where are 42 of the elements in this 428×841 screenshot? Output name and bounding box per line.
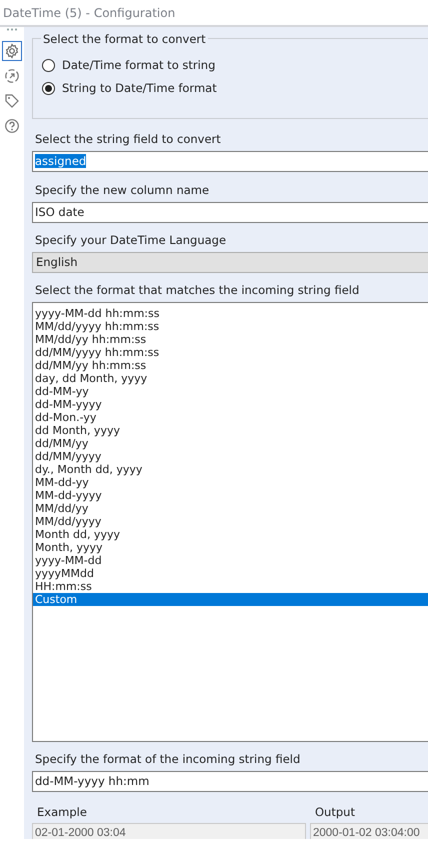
format-field[interactable]: dd-MM-yyyy hh:mm bbox=[32, 771, 428, 792]
field-label: Specify your DateTime Language bbox=[34, 233, 228, 247]
example-field: 02-01-2000 03:04 bbox=[32, 823, 306, 839]
output-label: Output bbox=[314, 805, 356, 819]
format-list-item[interactable]: dd-MM-yyyy bbox=[33, 398, 428, 411]
format-list-item[interactable]: HH:mm:ss bbox=[33, 580, 428, 593]
format-list-item[interactable]: dd Month, yyyy bbox=[33, 424, 428, 437]
radio-option[interactable]: String to Date/Time format bbox=[42, 77, 428, 100]
string-field-dropdown[interactable]: assigned bbox=[32, 151, 428, 172]
column-name-field[interactable]: ISO date bbox=[32, 202, 428, 223]
field-label: Select the format that matches the incoming string field bbox=[34, 283, 360, 297]
format-list-item[interactable]: Month dd, yyyy bbox=[33, 528, 428, 541]
format-list-item[interactable]: Month, yyyy bbox=[33, 541, 428, 554]
format-list-item[interactable]: dd-Mon.-yy bbox=[33, 411, 428, 424]
format-list-item[interactable]: MM/dd/yy hh:mm:ss bbox=[33, 333, 428, 346]
format-list-item[interactable]: yyyyMMdd bbox=[33, 567, 428, 580]
gear-icon[interactable] bbox=[2, 41, 22, 61]
format-list-item[interactable]: MM-dd-yyyy bbox=[33, 489, 428, 502]
format-list-item[interactable]: MM/dd/yyyy bbox=[33, 515, 428, 528]
format-list-item[interactable]: dd/MM/yy bbox=[33, 437, 428, 450]
format-list-item[interactable]: dd/MM/yy hh:mm:ss bbox=[33, 359, 428, 372]
help-icon[interactable] bbox=[2, 116, 22, 136]
example-label: Example bbox=[36, 805, 88, 819]
format-list-item[interactable]: Custom bbox=[33, 593, 428, 606]
arrow-circle-icon[interactable] bbox=[2, 66, 22, 86]
format-list-item[interactable]: yyyy-MM-dd bbox=[33, 554, 428, 567]
field-label: Specify the format of the incoming string field bbox=[34, 752, 302, 766]
language-dropdown[interactable]: English bbox=[32, 252, 428, 273]
format-list-item[interactable]: dd-MM-yy bbox=[33, 385, 428, 398]
field-label: Specify the new column name bbox=[34, 183, 210, 197]
format-list-item[interactable]: MM/dd/yyyy hh:mm:ss bbox=[33, 320, 428, 333]
radio-option[interactable]: Date/Time format to string bbox=[42, 54, 428, 77]
format-list-item[interactable]: MM/dd/yy bbox=[33, 502, 428, 515]
format-list-item[interactable]: day, dd Month, yyyy bbox=[33, 372, 428, 385]
format-list-item[interactable]: dd/MM/yyyy hh:mm:ss bbox=[33, 346, 428, 359]
more-icon[interactable] bbox=[6, 28, 18, 31]
format-list-item[interactable]: yyyy-MM-dd hh:mm:ss bbox=[33, 307, 428, 320]
format-list-item[interactable]: dd/MM/yyyy bbox=[33, 450, 428, 463]
format-list-item[interactable]: MM-dd-yy bbox=[33, 476, 428, 489]
field-label: Select the string field to convert bbox=[34, 132, 222, 146]
format-list-item[interactable]: dy., Month dd, yyyy bbox=[33, 463, 428, 476]
output-field: 2000-01-02 03:04:00 bbox=[310, 823, 428, 839]
